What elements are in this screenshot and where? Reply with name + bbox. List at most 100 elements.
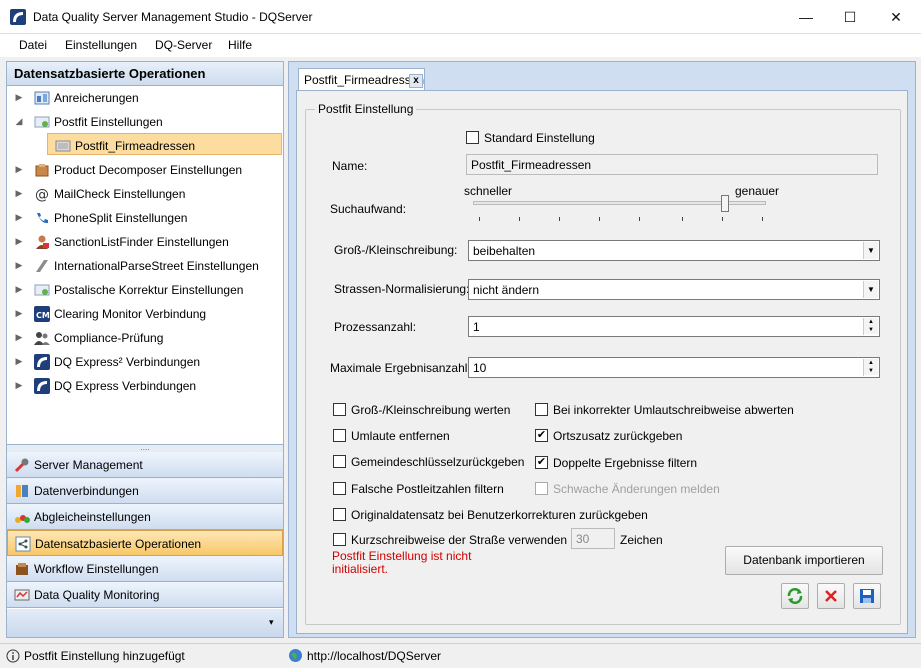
- case-label: Groß-/Kleinschreibung:: [334, 243, 458, 257]
- nav-data-quality-monitoring[interactable]: Data Quality Monitoring: [7, 582, 283, 608]
- tab-label: Postfit_Firmeadressen: [304, 73, 425, 87]
- street-label: Strassen-Normalisierung:: [334, 282, 470, 296]
- check-original-record[interactable]: [333, 508, 346, 521]
- nav-label: Data Quality Monitoring: [34, 588, 160, 602]
- minimize-button[interactable]: —: [783, 0, 829, 34]
- tree-item-sanctionlistfinder[interactable]: ▶ SanctionListFinder Einstellungen: [7, 230, 283, 254]
- slider-thumb[interactable]: [720, 195, 729, 212]
- process-spinner[interactable]: 1 ▲ ▼: [468, 316, 880, 337]
- dropdown-arrow-icon[interactable]: ▼: [863, 242, 878, 259]
- expand-arrow-icon[interactable]: ▶: [14, 163, 24, 175]
- spinner-buttons[interactable]: ▲ ▼: [863, 359, 878, 376]
- tab-close-button[interactable]: x: [409, 74, 423, 88]
- expand-arrow-icon[interactable]: ▶: [14, 259, 24, 271]
- group-title: Postfit Einstellung: [315, 102, 417, 116]
- expand-arrow-icon[interactable]: ▶: [14, 91, 24, 103]
- expand-arrow-icon[interactable]: ▶: [14, 211, 24, 223]
- expand-arrow-icon[interactable]: ▶: [14, 187, 24, 199]
- standard-checkbox[interactable]: [466, 131, 479, 144]
- check-case-rating[interactable]: [333, 403, 346, 416]
- postfit-icon: [34, 116, 50, 128]
- tree-item-mailcheck[interactable]: ▶ @ MailCheck Einstellungen: [7, 182, 283, 206]
- refresh-button[interactable]: [781, 583, 809, 609]
- menu-hilfe[interactable]: Hilfe: [228, 38, 252, 52]
- dropdown-arrow-icon[interactable]: ▼: [863, 281, 878, 298]
- max-spinner[interactable]: 10 ▲ ▼: [468, 357, 880, 378]
- tree-item-clearing-monitor[interactable]: ▶ CM Clearing Monitor Verbindung: [7, 302, 283, 326]
- nav-datensatzbasierte-operationen[interactable]: Datensatzbasierte Operationen: [7, 530, 283, 556]
- expand-arrow-icon[interactable]: ▶: [14, 355, 24, 367]
- database-icon: [16, 485, 28, 497]
- tree-item-compliance[interactable]: ▶ Compliance-Prüfung: [7, 326, 283, 350]
- tree-item-dq-express[interactable]: ▶ DQ Express Verbindungen: [7, 374, 283, 398]
- phone-icon: [37, 213, 48, 224]
- tree-item-internationalparsestreet[interactable]: ▶ InternationalParseStreet Einstellungen: [7, 254, 283, 278]
- nav-workflow-einstellungen[interactable]: Workflow Einstellungen: [7, 556, 283, 582]
- tree-item-phonesplit[interactable]: ▶ PhoneSplit Einstellungen: [7, 206, 283, 230]
- menu-einstellungen[interactable]: Einstellungen: [65, 38, 137, 52]
- tree-item-label: Compliance-Prüfung: [54, 331, 164, 345]
- check-remove-umlauts[interactable]: [333, 429, 346, 442]
- tree-item-postfit-einstellungen[interactable]: ◢ Postfit Einstellungen: [7, 110, 283, 134]
- slider-tick: [762, 217, 763, 221]
- nav-server-management[interactable]: Server Management: [7, 452, 283, 478]
- name-field[interactable]: Postfit_Firmeadressen: [466, 154, 878, 175]
- street-select[interactable]: nicht ändern ▼: [468, 279, 880, 300]
- tree-item-label: Clearing Monitor Verbindung: [54, 307, 207, 321]
- expand-arrow-icon[interactable]: ▶: [14, 283, 24, 295]
- expand-arrow-icon[interactable]: ▶: [14, 379, 24, 391]
- slider-max-label: genauer: [735, 184, 780, 198]
- expand-arrow-icon[interactable]: ▶: [14, 235, 24, 247]
- check-wrong-postcodes[interactable]: [333, 482, 346, 495]
- expand-arrow-icon[interactable]: ▶: [14, 307, 24, 319]
- tab-postfit-firmeadressen[interactable]: Postfit_Firmeadressen x: [298, 68, 425, 90]
- process-value: 1: [473, 320, 480, 334]
- short-street-input[interactable]: 30: [571, 528, 615, 549]
- standard-label: Standard Einstellung: [484, 131, 595, 145]
- max-value: 10: [473, 361, 487, 375]
- tree-item-dq-express2[interactable]: ▶ DQ Express² Verbindungen: [7, 350, 283, 374]
- dq-express-icon: [34, 378, 50, 394]
- tree-item-postfit-firmeadressen[interactable]: Postfit_Firmeadressen: [7, 134, 283, 158]
- tree-item-anreicherungen[interactable]: ▶ Anreicherungen: [7, 86, 283, 110]
- check-short-street-label: Kurzschreibweise der Straße verwenden ab: [351, 533, 584, 547]
- menu-dq-server[interactable]: DQ-Server: [155, 38, 212, 52]
- nav-more-button[interactable]: ▾: [269, 617, 274, 628]
- spin-down-icon[interactable]: ▼: [864, 326, 878, 334]
- document-icon: [55, 140, 71, 152]
- menu-datei[interactable]: Datei: [19, 38, 47, 52]
- spinner-buttons[interactable]: ▲ ▼: [863, 318, 878, 335]
- title-bar: Data Quality Server Management Studio - …: [0, 0, 921, 34]
- status-bar: Postfit Einstellung hinzugefügt http://l…: [0, 643, 921, 668]
- tree-item-product-decomposer[interactable]: ▶ Product Decomposer Einstellungen: [7, 158, 283, 182]
- case-select[interactable]: beibehalten ▼: [468, 240, 880, 261]
- tree-item-label: DQ Express Verbindungen: [54, 379, 197, 393]
- check-gemeindeschluessel[interactable]: [333, 455, 346, 468]
- delete-button[interactable]: [817, 583, 845, 609]
- spin-up-icon[interactable]: ▲: [864, 359, 878, 367]
- case-select-value: beibehalten: [473, 244, 536, 258]
- check-short-street[interactable]: [333, 533, 346, 546]
- nav-datenverbindungen[interactable]: Datenverbindungen: [7, 478, 283, 504]
- tab-content: Postfit Einstellung Standard Einstellung…: [296, 90, 908, 634]
- slider-tick: [559, 217, 560, 221]
- max-label: Maximale Ergebnisanzahl:: [330, 361, 471, 375]
- check-duplicates[interactable]: ✔: [535, 456, 548, 469]
- window-title: Data Quality Server Management Studio - …: [33, 10, 313, 24]
- expand-arrow-icon[interactable]: ▶: [14, 331, 24, 343]
- check-ortszusatz[interactable]: ✔: [535, 429, 548, 442]
- cm-icon: CM: [34, 306, 50, 322]
- panel-splitter[interactable]: ....: [7, 444, 283, 452]
- nav-abgleicheinstellungen[interactable]: Abgleicheinstellungen: [7, 504, 283, 530]
- spin-up-icon[interactable]: ▲: [864, 318, 878, 326]
- monitoring-icon: [14, 589, 30, 601]
- close-button[interactable]: ✕: [873, 0, 919, 34]
- save-button[interactable]: [853, 583, 881, 609]
- check-umlaut-downgrade[interactable]: [535, 403, 548, 416]
- spin-down-icon[interactable]: ▼: [864, 367, 878, 375]
- tree-item-postalische-korrektur[interactable]: ▶ Postalische Korrektur Einstellungen: [7, 278, 283, 302]
- maximize-button[interactable]: ☐: [827, 0, 873, 34]
- import-database-button[interactable]: Datenbank importieren: [725, 546, 883, 575]
- error-message-line1: Postfit Einstellung ist nicht: [332, 549, 472, 563]
- collapse-arrow-icon[interactable]: ◢: [14, 115, 24, 127]
